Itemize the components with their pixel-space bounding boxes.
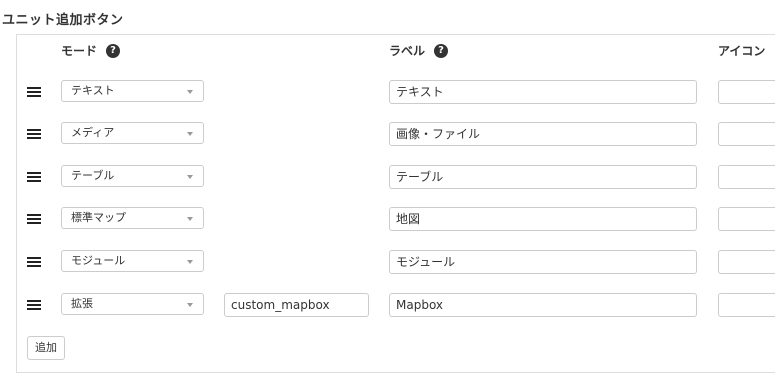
drag-handle-icon[interactable] xyxy=(27,300,41,310)
unit-row: メディア 画像・ファイル xyxy=(0,122,775,146)
icon-input[interactable] xyxy=(718,250,775,274)
mode-select-value: テキスト xyxy=(71,84,115,97)
section-title: ユニット追加ボタン xyxy=(2,13,124,28)
unit-row: テーブル テーブル xyxy=(0,165,775,189)
mode-select-value: 標準マップ xyxy=(71,211,126,224)
label-input[interactable]: 画像・ファイル xyxy=(389,122,697,146)
mode-select[interactable]: テーブル xyxy=(61,165,204,187)
mode-select-value: テーブル xyxy=(71,169,115,182)
chevron-down-icon xyxy=(187,260,193,264)
chevron-down-icon xyxy=(187,217,193,221)
chevron-down-icon xyxy=(187,303,193,307)
help-icon[interactable]: ? xyxy=(434,43,449,58)
mode-select[interactable]: メディア xyxy=(61,122,204,144)
label-input[interactable]: 地図 xyxy=(389,207,697,231)
chevron-down-icon xyxy=(187,175,193,179)
icon-input[interactable] xyxy=(718,293,775,317)
drag-handle-icon[interactable] xyxy=(27,214,41,224)
drag-handle-icon[interactable] xyxy=(27,129,41,139)
column-header-icon-label: アイコン xyxy=(718,44,766,58)
drag-handle-icon[interactable] xyxy=(27,172,41,182)
unit-row: テキスト テキスト xyxy=(0,80,775,104)
add-button[interactable]: 追加 xyxy=(27,336,65,360)
unit-row: 拡張 custom_mapbox Mapbox xyxy=(0,293,775,317)
mode-select[interactable]: 拡張 xyxy=(61,293,204,315)
mode-select-value: メディア xyxy=(71,126,115,139)
chevron-down-icon xyxy=(187,132,193,136)
help-icon[interactable]: ? xyxy=(106,43,121,58)
column-header-mode-label: モード xyxy=(61,44,98,58)
label-input[interactable]: テキスト xyxy=(389,80,697,104)
label-input[interactable]: Mapbox xyxy=(389,293,697,317)
column-header-mode: モード ? xyxy=(61,42,121,59)
mode-select-value: 拡張 xyxy=(71,297,93,310)
column-header-label: ラベル ? xyxy=(389,42,449,59)
icon-input[interactable] xyxy=(718,207,775,231)
unit-row: 標準マップ 地図 xyxy=(0,207,775,231)
icon-input[interactable] xyxy=(718,80,775,104)
drag-handle-icon[interactable] xyxy=(27,87,41,97)
column-header-icon: アイコン xyxy=(718,42,765,59)
unit-row: モジュール モジュール xyxy=(0,250,775,274)
icon-input[interactable] xyxy=(718,165,775,189)
label-input[interactable]: テーブル xyxy=(389,165,697,189)
label-input[interactable]: モジュール xyxy=(389,250,697,274)
column-header-label-label: ラベル xyxy=(389,44,426,58)
drag-handle-icon[interactable] xyxy=(27,257,41,267)
chevron-down-icon xyxy=(187,90,193,94)
mode-select[interactable]: モジュール xyxy=(61,250,204,272)
mode-select[interactable]: テキスト xyxy=(61,80,204,102)
mode-select-value: モジュール xyxy=(71,254,126,267)
mode-select[interactable]: 標準マップ xyxy=(61,207,204,229)
extension-name-input[interactable]: custom_mapbox xyxy=(224,293,369,317)
icon-input[interactable] xyxy=(718,122,775,146)
